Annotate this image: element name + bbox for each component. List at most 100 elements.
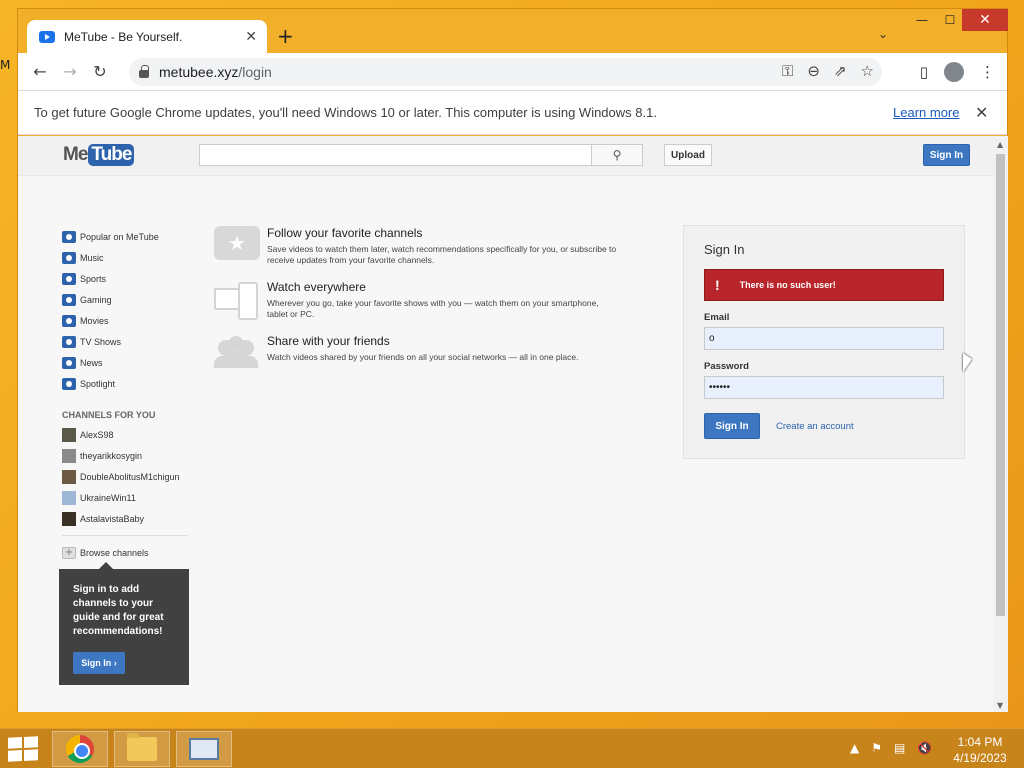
tray-expand-icon[interactable]: ▲ — [850, 741, 859, 755]
metube-logo[interactable]: Me Tube — [63, 143, 135, 167]
sign-in-card: Sign In ! There is no such user! Email o… — [683, 225, 965, 459]
mouse-cursor-icon — [963, 353, 972, 372]
action-center-flag-icon[interactable]: ⚑ — [871, 741, 882, 755]
infobar-message: To get future Google Chrome updates, you… — [34, 105, 657, 120]
upload-button[interactable]: Upload — [664, 144, 712, 166]
forward-button[interactable]: → — [55, 62, 85, 81]
channel-item[interactable]: DoubleAbolitusM1chigun — [62, 466, 192, 487]
feature-desc: Save videos to watch them later, watch r… — [267, 244, 617, 265]
remote-desktop-icon — [189, 738, 219, 760]
logo-me-text: Me — [63, 144, 88, 165]
feature-desc: Wherever you go, take your favorite show… — [267, 298, 599, 319]
guide-item-movies[interactable]: Movies — [62, 310, 192, 331]
channel-item[interactable]: theyarikkosygin — [62, 445, 192, 466]
channel-item[interactable]: AstalavistaBaby — [62, 508, 192, 529]
taskbar-clock[interactable]: 1:04 PM 4/19/2023 — [950, 734, 1010, 766]
music-icon — [62, 251, 76, 264]
feature-share: Share with your friends Watch videos sha… — [214, 334, 624, 374]
tab-close-icon[interactable]: ✕ — [245, 29, 257, 45]
search-button[interactable]: ⚲ — [591, 144, 643, 166]
tab-title: MeTube - Be Yourself. — [64, 29, 183, 44]
guide-item-spotlight[interactable]: Spotlight — [62, 373, 192, 394]
channel-item[interactable]: AlexS98 — [62, 424, 192, 445]
learn-more-link[interactable]: Learn more — [893, 105, 959, 120]
page-scrollbar[interactable]: ▲ ▼ — [993, 136, 1008, 712]
gaming-icon — [62, 293, 76, 306]
channel-name: UkraineWin11 — [80, 492, 136, 503]
taskbar-explorer-button[interactable] — [114, 731, 170, 767]
maximize-button[interactable]: ☐ — [936, 9, 964, 31]
promo-sign-in-button[interactable]: Sign In › — [73, 652, 125, 674]
plus-icon: + — [62, 546, 76, 559]
channel-name: DoubleAbolitusM1chigun — [80, 471, 180, 482]
address-bar[interactable]: metubee.xyz/login ⚿ ⊖ ⇗ ☆ — [129, 58, 882, 86]
guide-divider — [62, 535, 188, 536]
guide-item-popular[interactable]: Popular on MeTube — [62, 226, 192, 247]
reload-button[interactable]: ↻ — [85, 62, 115, 81]
taskbar-chrome-button[interactable] — [52, 731, 108, 767]
channel-item[interactable]: UkraineWin11 — [62, 487, 192, 508]
password-field[interactable]: •••••• — [704, 376, 944, 399]
guide-item-sports[interactable]: Sports — [62, 268, 192, 289]
clock-date: 4/19/2023 — [953, 751, 1007, 765]
sign-in-title: Sign In — [704, 242, 745, 257]
star-icon: ★ — [214, 226, 260, 260]
folder-icon — [127, 733, 157, 761]
search-input[interactable] — [199, 144, 592, 166]
network-icon[interactable]: ▤ — [894, 741, 905, 755]
url-path: /login — [238, 64, 272, 80]
header-sign-in-button[interactable]: Sign In — [923, 144, 970, 166]
windows-taskbar: ▲ ⚑ ▤ 🔇 1:04 PM 4/19/2023 — [0, 728, 1024, 768]
minimize-button[interactable]: — — [908, 9, 936, 31]
volume-muted-icon[interactable]: 🔇 — [917, 741, 932, 755]
spotlight-icon — [62, 377, 76, 390]
clock-time: 1:04 PM — [957, 735, 1003, 749]
scrollbar-thumb[interactable] — [996, 154, 1005, 616]
channel-avatar — [62, 448, 76, 463]
back-button[interactable]: ← — [25, 62, 55, 81]
bookmark-star-icon[interactable]: ☆ — [861, 62, 874, 80]
guide-item-gaming[interactable]: Gaming — [62, 289, 192, 310]
password-label: Password — [704, 361, 749, 372]
guide-item-music[interactable]: Music — [62, 247, 192, 268]
infobar-close-icon[interactable]: ✕ — [975, 103, 988, 122]
tab-search-button[interactable]: ⌄ — [878, 27, 888, 41]
new-tab-button[interactable]: + — [277, 24, 294, 48]
create-account-link[interactable]: Create an account — [776, 421, 854, 432]
windows-start-icon[interactable] — [8, 736, 38, 762]
sports-icon — [62, 272, 76, 285]
guide-item-tv-shows[interactable]: TV Shows — [62, 331, 192, 352]
page-viewport: Me Tube ⚲ Upload Sign In Popular on MeTub… — [18, 136, 993, 712]
search-icon: ⚲ — [612, 148, 622, 162]
close-window-button[interactable]: ✕ — [962, 9, 1008, 31]
error-banner: ! There is no such user! — [704, 269, 944, 301]
side-panel-icon[interactable]: ▯ — [920, 63, 928, 81]
browse-channels-link[interactable]: + Browse channels — [62, 542, 192, 563]
channels-heading: CHANNELS FOR YOU — [62, 410, 156, 420]
zoom-icon[interactable]: ⊖ — [807, 62, 820, 80]
profile-avatar-icon[interactable] — [944, 62, 964, 82]
devices-icon — [214, 280, 260, 320]
error-message: There is no such user! — [739, 280, 836, 290]
guide-sidebar: Popular on MeTube Music Sports Gaming Mo… — [62, 226, 192, 563]
lock-icon[interactable] — [139, 65, 149, 78]
browser-tab[interactable]: MeTube - Be Yourself. ✕ — [27, 20, 267, 53]
scroll-up-icon[interactable]: ▲ — [997, 140, 1003, 149]
channel-name: AstalavistaBaby — [80, 513, 145, 524]
logo-tube-text: Tube — [88, 144, 135, 166]
guide-item-label: Popular on MeTube — [80, 231, 159, 242]
email-field[interactable]: o — [704, 327, 944, 350]
people-icon — [214, 334, 260, 374]
guide-item-label: Spotlight — [80, 378, 116, 389]
key-icon[interactable]: ⚿ — [782, 62, 793, 80]
sign-in-button[interactable]: Sign In — [704, 413, 760, 439]
title-bar: MeTube - Be Yourself. ✕ + ⌄ — ☐ ✕ — [18, 9, 1008, 53]
guide-item-news[interactable]: News — [62, 352, 192, 373]
scroll-down-icon[interactable]: ▼ — [997, 701, 1003, 710]
feature-desc: Watch videos shared by your friends on a… — [267, 352, 579, 362]
menu-kebab-icon[interactable]: ⋮ — [980, 63, 995, 81]
taskbar-remote-desktop-button[interactable] — [176, 731, 232, 767]
share-icon[interactable]: ⇗ — [834, 62, 847, 80]
url-host: metubee.xyz — [159, 64, 239, 80]
sign-in-promo: Sign in to add channels to your guide an… — [59, 562, 189, 685]
